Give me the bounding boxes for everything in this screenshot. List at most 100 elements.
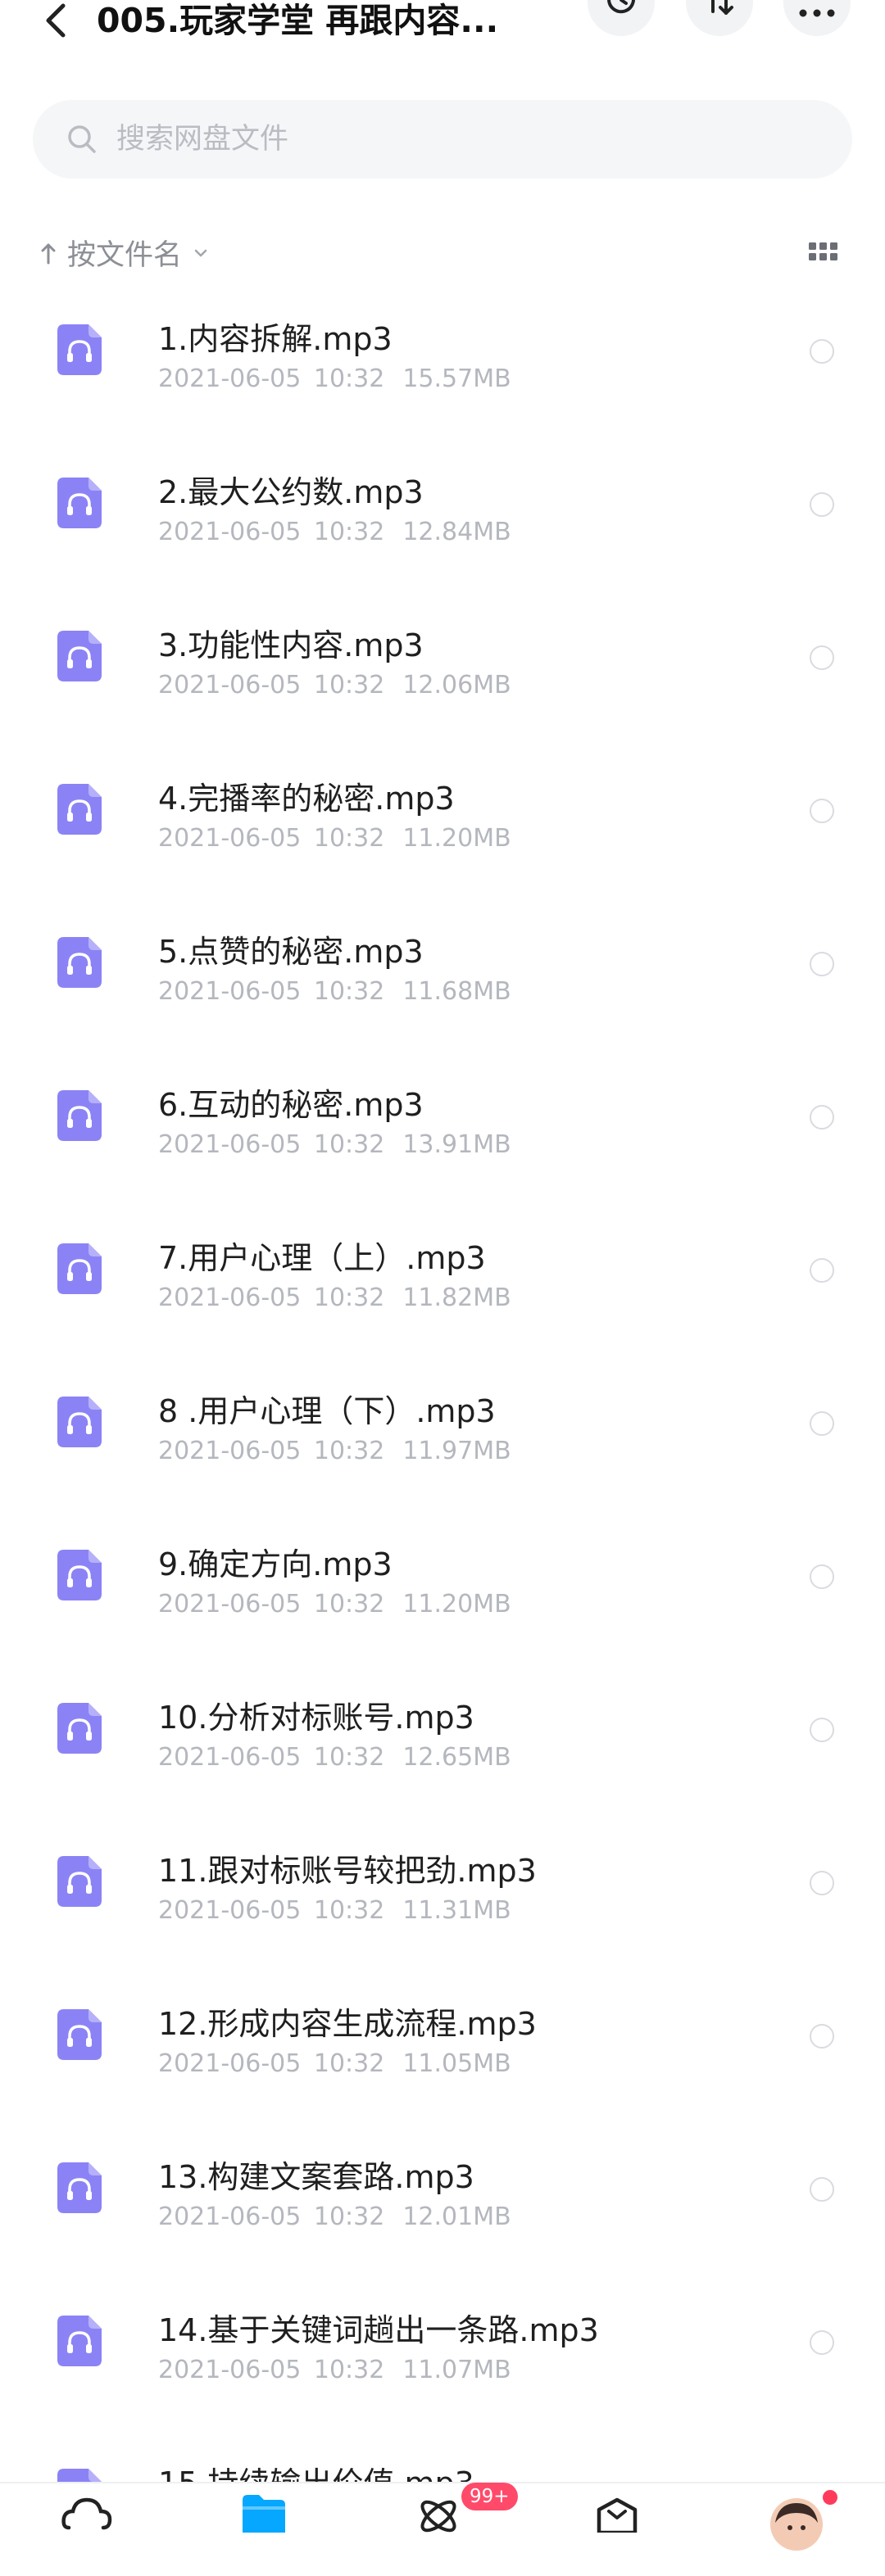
file-row[interactable]: 1.内容拆解.mp3 2021-06-05 10:32 15.57MB — [0, 278, 885, 432]
file-name: 3.功能性内容.mp3 — [158, 627, 424, 663]
search-icon — [68, 125, 96, 153]
select-checkbox[interactable] — [810, 2330, 834, 2355]
audio-file-icon — [57, 1703, 102, 1754]
file-name: 9.确定方向.mp3 — [158, 1546, 393, 1582]
home-cloud-icon — [61, 2497, 112, 2530]
file-row[interactable]: 11.跟对标账号较把劲.mp3 2021-06-05 10:32 11.31MB — [0, 1810, 885, 1963]
file-name: 2.最大公约数.mp3 — [158, 474, 424, 510]
tab-home[interactable] — [54, 2492, 120, 2541]
file-name: 8 .用户心理（下）.mp3 — [158, 1393, 496, 1429]
file-name: 1.内容拆解.mp3 — [158, 321, 393, 357]
file-meta: 2021-06-05 10:32 12.84MB — [158, 518, 511, 546]
file-size: 12.01MB — [402, 2203, 511, 2231]
arrow-up-icon — [41, 243, 56, 264]
file-row[interactable]: 7.用户心理（上）.mp3 2021-06-05 10:32 11.82MB — [0, 1197, 885, 1351]
select-checkbox[interactable] — [810, 952, 834, 976]
file-meta: 2021-06-05 10:32 12.65MB — [158, 1743, 511, 1772]
more-button[interactable] — [783, 0, 851, 36]
file-size: 11.68MB — [402, 977, 511, 1006]
file-size: 11.82MB — [402, 1283, 511, 1312]
back-button[interactable] — [31, 0, 80, 41]
transfer-button[interactable] — [686, 0, 753, 36]
audio-file-icon — [57, 478, 102, 528]
file-date: 2021-06-05 10:32 — [158, 1590, 385, 1618]
bottom-tab-bar — [0, 2482, 885, 2541]
file-size: 11.07MB — [402, 2356, 511, 2384]
grid-view-icon[interactable] — [807, 239, 840, 264]
file-row[interactable]: 6.互动的秘密.mp3 2021-06-05 10:32 13.91MB — [0, 1044, 885, 1197]
tab-files[interactable] — [231, 2492, 297, 2541]
file-date: 2021-06-05 10:32 — [158, 1743, 385, 1772]
file-row[interactable]: 14.基于关键词趟出一条路.mp3 2021-06-05 10:32 11.07M… — [0, 2270, 885, 2423]
file-row[interactable]: 9.确定方向.mp3 2021-06-05 10:32 11.20MB — [0, 1504, 885, 1657]
file-size: 15.57MB — [402, 364, 511, 393]
file-date: 2021-06-05 10:32 — [158, 2049, 385, 2078]
select-checkbox[interactable] — [810, 1718, 834, 1742]
search-input[interactable] — [115, 122, 790, 156]
file-meta: 2021-06-05 10:32 11.82MB — [158, 1283, 511, 1312]
select-checkbox[interactable] — [810, 2024, 834, 2049]
audio-file-icon — [57, 1090, 102, 1141]
sort-label: 按文件名 — [67, 239, 183, 272]
file-row[interactable]: 5.点赞的秘密.mp3 2021-06-05 10:32 11.68MB — [0, 891, 885, 1044]
avatar-image — [770, 2498, 823, 2551]
select-checkbox[interactable] — [810, 339, 834, 364]
file-row[interactable]: 2.最大公约数.mp3 2021-06-05 10:32 12.84MB — [0, 432, 885, 585]
file-date: 2021-06-05 10:32 — [158, 824, 385, 853]
audio-file-icon — [57, 937, 102, 988]
discover-orbit-icon — [420, 2500, 456, 2533]
file-name: 4.完播率的秘密.mp3 — [158, 781, 455, 817]
select-checkbox[interactable] — [810, 1871, 834, 1895]
history-icon — [607, 0, 635, 14]
file-date: 2021-06-05 10:32 — [158, 1437, 385, 1465]
select-checkbox[interactable] — [810, 492, 834, 517]
file-row[interactable]: 4.完播率的秘密.mp3 2021-06-05 10:32 11.20MB — [0, 738, 885, 891]
select-checkbox[interactable] — [810, 1564, 834, 1589]
select-checkbox[interactable] — [810, 645, 834, 670]
chevron-down-icon — [194, 249, 207, 256]
file-row[interactable]: 12.形成内容生成流程.mp3 2021-06-05 10:32 11.05MB — [0, 1963, 885, 2116]
history-button[interactable] — [588, 0, 655, 36]
file-date: 2021-06-05 10:32 — [158, 518, 385, 546]
share-box-icon — [597, 2497, 638, 2533]
file-size: 11.31MB — [402, 1896, 511, 1925]
file-date: 2021-06-05 10:32 — [158, 671, 385, 699]
file-meta: 2021-06-05 10:32 11.20MB — [158, 824, 511, 853]
file-date: 2021-06-05 10:32 — [158, 364, 385, 393]
file-size: 11.05MB — [402, 2049, 511, 2078]
audio-file-icon — [57, 1856, 102, 1907]
file-size: 12.84MB — [402, 518, 511, 546]
file-meta: 2021-06-05 10:32 13.91MB — [158, 1130, 511, 1159]
file-name: 10.分析对标账号.mp3 — [158, 1700, 474, 1736]
search-bar[interactable] — [33, 100, 852, 179]
audio-file-icon — [57, 1397, 102, 1447]
select-checkbox[interactable] — [810, 1105, 834, 1130]
select-checkbox[interactable] — [810, 1258, 834, 1283]
file-date: 2021-06-05 10:32 — [158, 2203, 385, 2231]
select-checkbox[interactable] — [810, 799, 834, 823]
file-row[interactable]: 13.构建文案套路.mp3 2021-06-05 10:32 12.01MB — [0, 2116, 885, 2270]
file-name: 6.互动的秘密.mp3 — [158, 1087, 424, 1123]
sort-by-name-button[interactable]: 按文件名 — [41, 232, 208, 274]
file-name: 5.点赞的秘密.mp3 — [158, 934, 424, 970]
file-name: 14.基于关键词趟出一条路.mp3 — [158, 2312, 599, 2348]
file-row[interactable]: 3.功能性内容.mp3 2021-06-05 10:32 12.06MB — [0, 585, 885, 738]
file-size: 12.06MB — [402, 671, 511, 699]
audio-file-icon — [57, 631, 102, 681]
select-checkbox[interactable] — [810, 2177, 834, 2202]
audio-file-icon — [57, 324, 102, 375]
file-date: 2021-06-05 10:32 — [158, 1130, 385, 1159]
select-checkbox[interactable] — [810, 1411, 834, 1436]
file-date: 2021-06-05 10:32 — [158, 977, 385, 1006]
audio-file-icon — [57, 1243, 102, 1294]
file-date: 2021-06-05 10:32 — [158, 2356, 385, 2384]
file-size: 11.20MB — [402, 824, 511, 853]
file-size: 12.65MB — [402, 1743, 511, 1772]
tab-share[interactable] — [584, 2492, 650, 2541]
file-row[interactable]: 8 .用户心理（下）.mp3 2021-06-05 10:32 11.97MB — [0, 1351, 885, 1504]
file-meta: 2021-06-05 10:32 11.31MB — [158, 1896, 511, 1925]
profile-avatar[interactable] — [770, 2498, 823, 2551]
file-meta: 2021-06-05 10:32 11.68MB — [158, 977, 511, 1006]
file-row[interactable]: 10.分析对标账号.mp3 2021-06-05 10:32 12.65MB — [0, 1657, 885, 1810]
audio-file-icon — [57, 1550, 102, 1600]
